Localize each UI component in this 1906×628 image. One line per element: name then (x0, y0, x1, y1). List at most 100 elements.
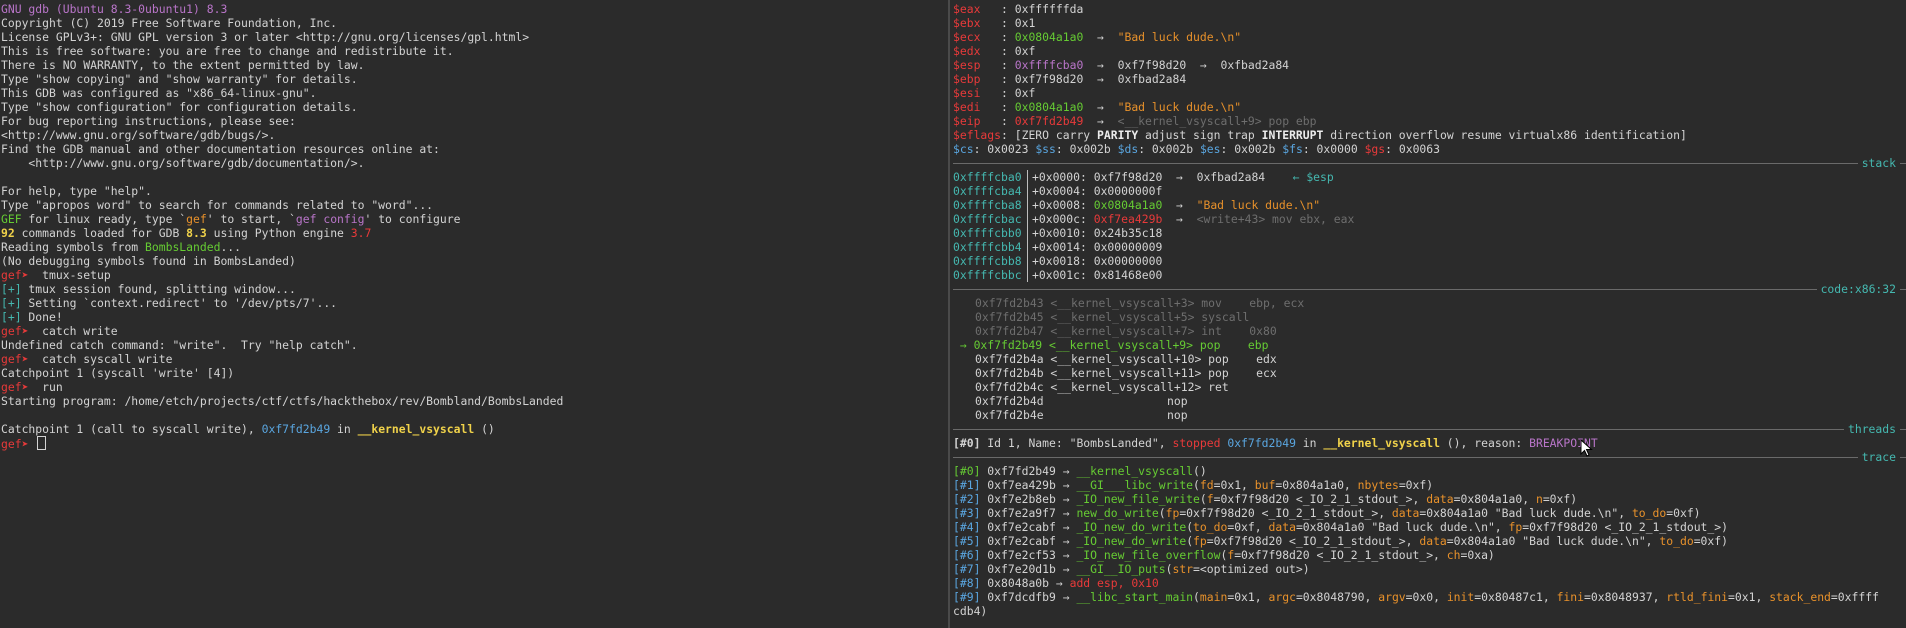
text-segment: Copyright (C) 2019 Free Software Foundat… (1, 16, 338, 30)
text-segment: =0xf) (1542, 492, 1578, 506)
text-segment: data (1426, 492, 1454, 506)
text-segment: stack_end (1769, 590, 1831, 604)
text-segment: : 0x002b (1138, 142, 1200, 156)
gdb-output: GNU gdb (Ubuntu 8.3-0ubuntu1) 8.3 Copyrig… (1, 2, 948, 436)
text-segment: [+] (1, 296, 22, 310)
instruction-line: 0xf7fd2b45 <__kernel_vsyscall+5> syscall (953, 310, 1906, 324)
text-segment: =0xf7f98d20 <_IO_2_1_stdout_>) (1522, 520, 1728, 534)
text-segment: 0xffffcba0 (1014, 58, 1084, 72)
text-segment: $esi (953, 86, 1002, 100)
text-segment: [#4] (953, 520, 981, 534)
trace-frame: [#2] 0xf7e2b8eb → _IO_new_file_write(f=0… (953, 492, 1906, 506)
text-segment: adjust sign trap (1138, 128, 1262, 142)
text-segment: f (1206, 492, 1214, 506)
text-segment: =0x0, (1405, 590, 1447, 604)
text-segment: run (35, 380, 63, 394)
text-segment: =0x804a1a0 "Bad luck dude.\n", (1446, 534, 1660, 548)
text-segment: data (1419, 534, 1447, 548)
terminal-line: Reading symbols from BombsLanded... (1, 240, 948, 254)
tmux-pane-divider[interactable] (948, 0, 950, 628)
threads-section: [#0] Id 1, Name: "BombsLanded", stopped … (953, 436, 1906, 450)
text-segment: GEF (1, 212, 22, 226)
text-segment: =0xa) (1460, 548, 1495, 562)
trace-frame: [#8] 0x8048a0b → add esp, 0x10 (953, 576, 1906, 590)
text-segment: $eip (953, 114, 1002, 128)
trace-header-label: trace (1857, 450, 1900, 464)
text-segment: → (1083, 100, 1118, 114)
text-segment: =0xf) (1398, 478, 1434, 492)
text-segment: for linux ready, type ` (21, 212, 187, 226)
text-segment: ' to start, ` (206, 212, 296, 226)
terminal-line: 92 commands loaded for GDB 8.3 using Pyt… (1, 226, 948, 240)
text-segment: __GI___libc_write (1076, 478, 1194, 492)
register-line: $edi : 0x0804a1a0 → "Bad luck dude.\n" (953, 100, 1906, 114)
text-segment: rtld_fini (1666, 590, 1729, 604)
text-segment: Type "show copying" and "show warranty" … (1, 72, 358, 86)
text-segment: using Python engine (206, 226, 351, 240)
text-segment: catch syscall write (35, 352, 173, 366)
gdb-prompt-line[interactable]: gef➤ (1, 436, 948, 451)
text-segment: $ss (1035, 142, 1056, 156)
stack-row: 0xffffcbb4 +0x0014: 0x00000009 (953, 240, 1906, 254)
register-line: $cs: 0x0023 $ss: 0x002b $ds: 0x002b $es:… (953, 142, 1906, 156)
terminal-line: <http://www.gnu.org/software/gdb/documen… (1, 156, 948, 170)
text-segment: () (1193, 464, 1207, 478)
text-segment: 0xf7fd2b4b <__kernel_vsyscall+11> pop ec… (975, 366, 1277, 380)
text-segment: For bug reporting instructions, please s… (1, 114, 296, 128)
text-segment: buf (1254, 478, 1276, 492)
text-segment: → (1162, 212, 1197, 226)
text-segment: : (1001, 30, 1015, 44)
trace-header: trace (953, 450, 1906, 464)
text-segment: add esp, 0x10 (1069, 576, 1159, 590)
gdb-terminal-pane[interactable]: GNU gdb (Ubuntu 8.3-0ubuntu1) 8.3 Copyrig… (0, 0, 948, 628)
text-segment: Catchpoint 1 (syscall 'write' [4]) (1, 366, 235, 380)
instruction-line: 0xf7fd2b43 <__kernel_vsyscall+3> mov ebp… (953, 296, 1906, 310)
text-segment: =0xffff (1830, 590, 1879, 604)
text-segment: 0xf7fd2b43 <__kernel_vsyscall+3> mov ebp… (975, 296, 1305, 310)
text-segment: <http://www.gnu.org/software/gdb/documen… (1, 156, 365, 170)
terminal-line: For help, type "help". (1, 184, 948, 198)
stack-address: 0xffffcbb4 (953, 240, 1028, 254)
text-segment: in (330, 422, 358, 436)
instruction-line: 0xf7fd2b47 <__kernel_vsyscall+7> int 0x8… (953, 324, 1906, 338)
text-segment: : (1001, 114, 1015, 128)
text-segment: ( (1193, 478, 1200, 492)
instruction-line: 0xf7fd2b4a <__kernel_vsyscall+10> pop ed… (953, 352, 1906, 366)
text-segment: cdb4) (953, 604, 988, 618)
gef-context-pane[interactable]: $eax : 0xffffffda $ebx : 0x1 $ecx : 0x0804… (952, 0, 1906, 628)
text-segment: to_do (1631, 506, 1667, 520)
text-segment: fd (1199, 478, 1214, 492)
instruction-line: 0xf7fd2b4c <__kernel_vsyscall+12> ret (953, 380, 1906, 394)
text-segment: This GDB was configured as "x86_64-linux… (1, 86, 317, 100)
code-section: 0xf7fd2b43 <__kernel_vsyscall+3> mov ebp… (953, 296, 1906, 422)
trace-frame: [#7] 0xf7e20d1b → __GI__IO_puts(str=<opt… (953, 562, 1906, 576)
text-segment: 0xf7fd2b49 → (980, 464, 1077, 478)
instruction-line: 0xf7fd2b4d nop (953, 394, 1906, 408)
text-segment: : 0x0023 (973, 142, 1036, 156)
gdb-prompt: gef➤ (1, 437, 36, 451)
text-segment: str (1172, 562, 1194, 576)
text-segment: gef➤ (1, 380, 36, 394)
text-segment: [#8] (953, 576, 981, 590)
text-segment: Id 1, Name: "BombsLanded", (980, 436, 1173, 450)
terminal-line: (No debugging symbols found in BombsLand… (1, 254, 948, 268)
text-segment: data (1268, 520, 1296, 534)
text-segment: stopped (1172, 436, 1221, 450)
text-segment: =<optimized out>) (1193, 562, 1310, 576)
text-segment: 0xf7e2a9f7 → (980, 506, 1077, 520)
text-segment: __libc_start_main (1076, 590, 1194, 604)
text-segment: =0x8048937, (1584, 590, 1667, 604)
text-segment: $ebp (953, 72, 1002, 86)
text-segment: gef (186, 212, 207, 226)
text-segment: fp (1193, 534, 1207, 548)
code-header-label: code:x86:32 (1816, 282, 1900, 296)
terminal-line: [+] Setting `context.redirect' to '/dev/… (1, 296, 948, 310)
text-segment: =0x804a1a0 "Bad luck dude.\n", (1419, 506, 1632, 520)
text-segment: PARITY (1097, 128, 1139, 142)
text-segment: ... (220, 240, 242, 254)
text-segment: [#1] (953, 478, 981, 492)
stack-address: 0xffffcbbc (953, 268, 1028, 282)
stack-address: 0xffffcbb0 (953, 226, 1028, 240)
